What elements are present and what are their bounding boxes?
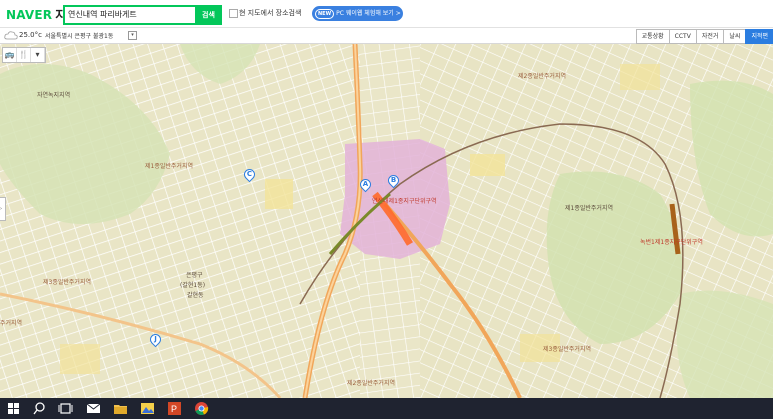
zone-label: 녹번1제1종지구단위구역 xyxy=(640,239,703,246)
place-marker-c[interactable]: C xyxy=(241,166,258,183)
marker-label: C xyxy=(246,170,253,178)
zone-label: 제1종일반주거지역 xyxy=(565,205,613,212)
zone-label: 제3종일반주거지역 xyxy=(543,346,591,353)
dropdown-icon[interactable]: ▾ xyxy=(31,48,45,62)
pc-webmap-link[interactable]: NEW PC 웨이웹 체험해 보기 > xyxy=(312,6,403,21)
zone-label: 제2종일반주거지역 xyxy=(518,73,566,80)
district-label: 갈현동 xyxy=(187,292,204,299)
search-in-map-checkbox[interactable] xyxy=(229,9,238,18)
logo-brand: NAVER xyxy=(6,8,53,22)
zone-label: 제2종일반주거지역 xyxy=(347,380,395,387)
district-label: (갈현1동) xyxy=(180,282,206,289)
map-graphics xyxy=(0,44,773,398)
tab-bicycle[interactable]: 자전거 xyxy=(695,29,724,44)
tab-cctv[interactable]: CCTV xyxy=(668,29,696,44)
mail-icon[interactable] xyxy=(86,401,101,416)
map-tool-buttons: 🚌 🍴 ▾ xyxy=(2,47,46,63)
temperature: 25.0°c xyxy=(19,31,42,39)
svg-text:P: P xyxy=(171,404,177,414)
search-icon[interactable] xyxy=(32,401,47,416)
zone-label: 주거지역 xyxy=(0,320,23,327)
marker-label: J xyxy=(154,335,157,343)
zone-label: 자연녹지지역 xyxy=(37,92,71,99)
tab-traffic[interactable]: 교통상황 xyxy=(635,29,669,44)
file-explorer-icon[interactable] xyxy=(113,401,128,416)
new-badge: NEW xyxy=(315,9,335,19)
zone-label: 제3종일반주거지역 xyxy=(43,279,91,286)
windows-start-icon[interactable] xyxy=(6,401,21,416)
marker-label: A xyxy=(362,180,369,188)
chrome-icon[interactable] xyxy=(194,401,209,416)
district-label: 은평구 xyxy=(186,272,203,279)
location-dropdown-icon[interactable]: ▾ xyxy=(128,31,137,40)
place-marker-b[interactable]: B xyxy=(385,172,402,189)
tab-weather[interactable]: 날씨 xyxy=(723,29,746,44)
layer-tabs: 교통상황 CCTV 자전거 날씨 지적편 xyxy=(635,29,773,44)
zone-label: 연신내제1종지구단위구역 xyxy=(372,198,437,205)
photos-icon[interactable] xyxy=(140,401,155,416)
map-canvas[interactable]: 제2종일반주거지역 자연녹지지역 제1종일반주거지역 연신내제1종지구단위구역 … xyxy=(0,44,773,398)
pc-link-label: PC 웨이웹 체험해 보기 > xyxy=(336,10,401,17)
powerpoint-icon[interactable]: P xyxy=(167,401,182,416)
task-view-icon[interactable] xyxy=(58,401,73,416)
place-marker-a[interactable]: A xyxy=(357,176,374,193)
windows-taskbar: P xyxy=(0,398,773,419)
zone-label: 제1종일반주거지역 xyxy=(145,163,193,170)
search-input[interactable]: 연신내역 파리바게트 xyxy=(63,5,200,25)
cloud-icon xyxy=(4,31,18,40)
marker-label: B xyxy=(390,176,397,184)
restaurant-icon[interactable]: 🍴 xyxy=(17,48,31,62)
side-panel-toggle[interactable]: › xyxy=(0,197,6,221)
top-bar: NAVER지도 연신내역 파리바게트 검색 현 지도에서 장소검색 NEWPC … xyxy=(0,0,773,28)
tab-cadastral[interactable]: 지적편 xyxy=(745,29,773,44)
current-location[interactable]: 서울특별시 은평구 불광1동 xyxy=(45,31,113,40)
search-button[interactable]: 검색 xyxy=(195,5,222,25)
bus-icon[interactable]: 🚌 xyxy=(3,48,17,62)
place-marker-j[interactable]: J xyxy=(147,331,164,348)
search-in-map-label: 현 지도에서 장소검색 xyxy=(239,9,302,17)
